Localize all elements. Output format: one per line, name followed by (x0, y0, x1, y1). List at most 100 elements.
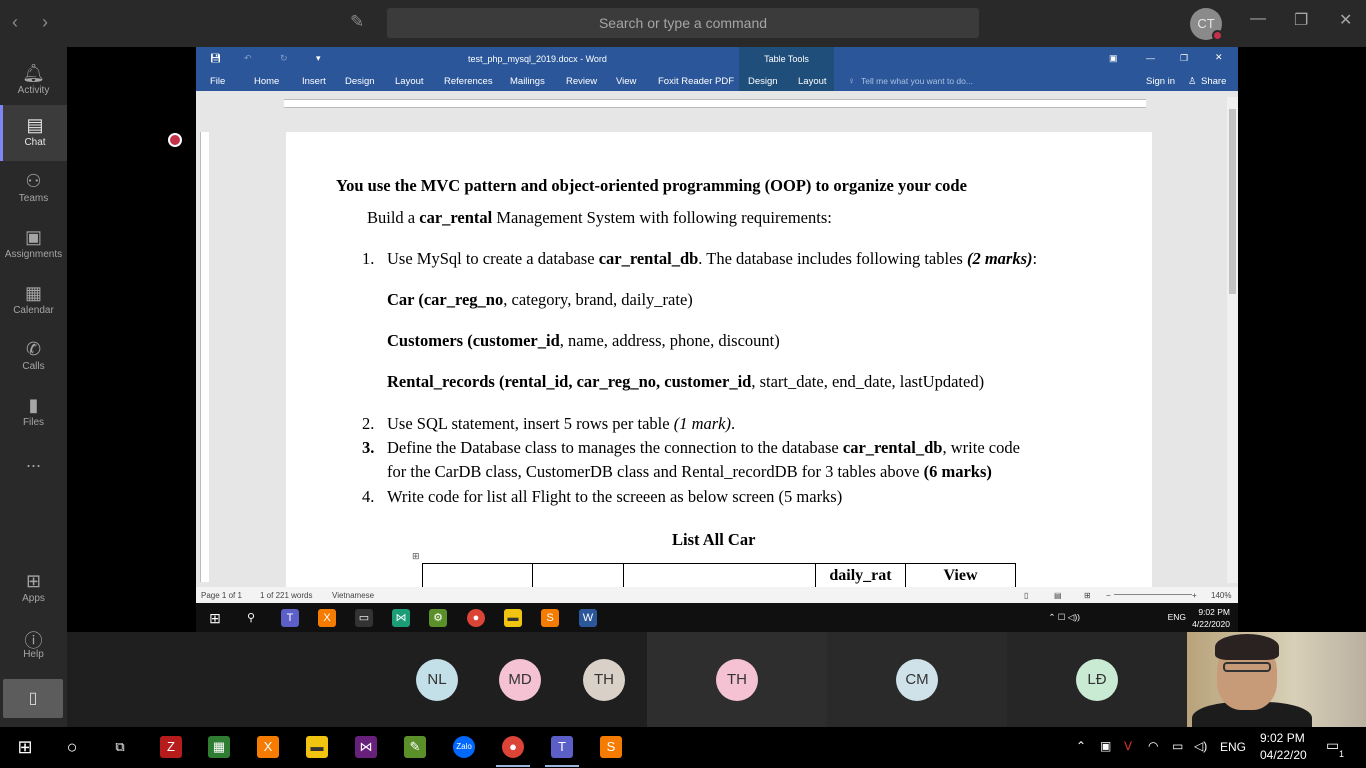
horizontal-ruler[interactable] (196, 97, 1228, 111)
tab-insert[interactable]: Insert (302, 76, 326, 87)
search-input[interactable]: Search or type a command (387, 8, 979, 38)
rail-item-chat[interactable]: ▤ Chat (0, 105, 67, 161)
rail-item-assignments[interactable]: ▣ Assignments (0, 217, 67, 273)
tab-foxit-reader-pdf[interactable]: Foxit Reader PDF (658, 76, 734, 87)
windows-start-icon[interactable]: ⊞ (14, 736, 36, 758)
notepad-plus-icon[interactable]: ✎ (404, 736, 426, 758)
language-indicator[interactable]: ENG (1168, 612, 1186, 622)
zoom-in-icon[interactable]: + (1192, 591, 1197, 600)
participant-avatar[interactable]: MD (499, 659, 541, 701)
back-arrow-icon[interactable]: ‹ (12, 12, 18, 33)
rail-item-more[interactable]: ... (0, 441, 67, 497)
notification-icon[interactable]: ▭ (1326, 737, 1339, 754)
rail-item-teams[interactable]: ⚇ Teams (0, 161, 67, 217)
tell-me-input[interactable]: Tell me what you want to do... (861, 76, 973, 86)
tab-design[interactable]: Design (345, 76, 375, 87)
chrome-icon[interactable]: ● (496, 736, 530, 767)
file-explorer-icon[interactable]: ▬ (306, 736, 328, 758)
table-header-cell[interactable]: daily_rat (815, 563, 906, 587)
word-app-icon[interactable]: W (579, 609, 597, 627)
tab-review[interactable]: Review (566, 76, 597, 87)
rail-item-help[interactable]: ⓘ Help (0, 617, 67, 673)
user-avatar[interactable]: CT (1190, 8, 1223, 41)
sublime-icon[interactable]: S (541, 609, 559, 627)
sign-in-link[interactable]: Sign in (1146, 76, 1175, 87)
cortana-icon[interactable]: ○ (61, 736, 83, 758)
wifi-icon[interactable]: ◠ (1148, 739, 1158, 753)
minimize-icon[interactable]: — (1250, 10, 1266, 28)
close-icon[interactable]: ✕ (1339, 10, 1352, 30)
windows-start-icon[interactable]: ⊞ (206, 609, 224, 627)
save-icon[interactable]: 💾︎ (210, 53, 221, 64)
vertical-ruler[interactable] (200, 132, 209, 582)
rail-item-files[interactable]: ▮ Files (0, 385, 67, 441)
ribbon-display-icon[interactable]: ▣ (1109, 53, 1118, 64)
rail-item-calls[interactable]: ✆ Calls (0, 329, 67, 385)
file-explorer-icon[interactable]: ▬ (504, 609, 522, 627)
tab-table-layout[interactable]: Layout (798, 76, 827, 87)
search-icon[interactable]: ⚲ (242, 609, 260, 627)
table-header-cell[interactable] (422, 563, 533, 587)
clock-date[interactable]: 04/22/20 (1260, 748, 1307, 762)
android-studio-icon[interactable]: ⚙ (429, 609, 447, 627)
participant-avatar[interactable]: TH (716, 659, 758, 701)
chrome-icon[interactable]: ● (467, 609, 485, 627)
tab-view[interactable]: View (616, 76, 636, 87)
participant-avatar[interactable]: NL (416, 659, 458, 701)
tab-layout[interactable]: Layout (395, 76, 424, 87)
teams-app-icon[interactable]: T (281, 609, 299, 627)
terminal-icon[interactable]: ▭ (355, 609, 373, 627)
redo-icon[interactable]: ↻ (280, 53, 288, 64)
table-move-handle-icon[interactable]: ⊞ (412, 552, 420, 562)
show-hidden-icons[interactable]: ⌃ (1076, 739, 1086, 753)
clock-time[interactable]: 9:02 PM (1198, 607, 1230, 617)
tab-table-design[interactable]: Design (748, 76, 778, 87)
task-view-icon[interactable]: ⧉ (109, 736, 131, 758)
zoom-slider[interactable] (1114, 594, 1192, 595)
battery-icon[interactable]: ▭ (1172, 739, 1183, 753)
forward-arrow-icon[interactable]: › (42, 12, 48, 33)
table-header-cell[interactable]: View (905, 563, 1016, 587)
compose-icon[interactable]: ✎ (350, 12, 364, 32)
participant-avatar[interactable]: LĐ (1076, 659, 1118, 701)
zoom-level[interactable]: 140% (1211, 591, 1231, 600)
scrollbar-thumb[interactable] (1229, 109, 1236, 294)
network-drive-icon[interactable]: ▣ (1100, 739, 1111, 753)
store-icon[interactable]: ▦ (208, 736, 230, 758)
participant-avatar[interactable]: TH (583, 659, 625, 701)
language-indicator[interactable]: Vietnamese (332, 591, 374, 600)
sublime-icon[interactable]: S (600, 736, 622, 758)
vpn-icon[interactable]: V (1124, 739, 1132, 753)
rail-item-calendar[interactable]: ▦ Calendar (0, 273, 67, 329)
document-page[interactable]: You use the MVC pattern and object-orien… (286, 132, 1152, 587)
tab-home[interactable]: Home (254, 76, 279, 87)
tab-references[interactable]: References (444, 76, 493, 87)
zoom-out-icon[interactable]: − (1106, 591, 1111, 600)
vertical-scrollbar[interactable] (1227, 97, 1238, 583)
undo-icon[interactable]: ↶ (244, 53, 252, 64)
visual-studio-icon[interactable]: ⋈ (355, 736, 377, 758)
device-icon[interactable]: ▯ (3, 679, 63, 718)
restore-icon[interactable]: ❐ (1294, 10, 1308, 30)
clock-date[interactable]: 4/22/2020 (1192, 619, 1230, 629)
participant-video[interactable] (1187, 632, 1366, 727)
xampp-icon[interactable]: X (257, 736, 279, 758)
share-button[interactable]: Share (1201, 76, 1226, 87)
language-indicator[interactable]: ENG (1220, 740, 1246, 754)
word-restore-icon[interactable]: ❐ (1180, 53, 1188, 64)
word-count[interactable]: 1 of 221 words (260, 591, 312, 600)
zalo-icon[interactable]: Zalo (453, 736, 475, 758)
tray-icons[interactable]: ⌃ ☐ ◁)) (1048, 612, 1080, 623)
volume-icon[interactable]: ◁) (1194, 739, 1207, 753)
read-mode-icon[interactable]: ▯ (1024, 591, 1028, 600)
word-minimize-icon[interactable]: — (1146, 53, 1155, 63)
page-count[interactable]: Page 1 of 1 (201, 591, 242, 600)
teams-app-icon[interactable]: T (545, 736, 579, 767)
tab-mailings[interactable]: Mailings (510, 76, 545, 87)
rail-item-apps[interactable]: ⊞ Apps (0, 561, 67, 617)
participant-avatar[interactable]: CM (896, 659, 938, 701)
print-layout-icon[interactable]: ▤ (1054, 591, 1062, 600)
web-layout-icon[interactable]: ⊞ (1084, 591, 1091, 600)
table-header-cell[interactable] (623, 563, 816, 587)
clock-time[interactable]: 9:02 PM (1260, 731, 1305, 745)
